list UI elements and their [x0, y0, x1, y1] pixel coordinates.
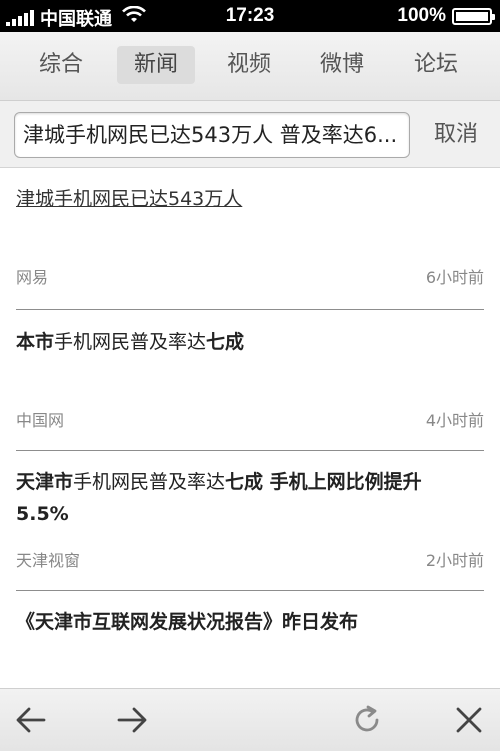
news-title[interactable]: 本市手机网民普及率达七成 — [16, 327, 244, 357]
battery-percent: 100% — [397, 5, 446, 26]
tab-video[interactable]: 视频 — [212, 46, 286, 84]
news-time: 4小时前 — [425, 411, 484, 430]
news-source: 天津视窗 — [16, 551, 81, 570]
news-title-part: 《天津市互联网发展状况报告》昨日发布 — [16, 611, 359, 633]
news-title-part: 手机网民普及率达 — [54, 331, 207, 353]
status-right: 100% — [397, 5, 495, 27]
news-time: 6小时前 — [425, 268, 484, 287]
tab-forum[interactable]: 论坛 — [399, 46, 473, 84]
back-arrow-icon[interactable] — [14, 703, 48, 737]
search-bar: 津城手机网民已达543万人 普及率达6... 取消 — [0, 101, 500, 168]
news-title-part: 本市 — [16, 331, 55, 353]
category-tabs: 综合 新闻 视频 微博 论坛 — [0, 32, 500, 101]
news-title[interactable]: 天津市手机网民普及率达七成 手机上网比例提升 — [16, 467, 422, 497]
news-source: 网易 — [16, 268, 49, 287]
news-title-part: 手机网民普及率达 — [73, 471, 226, 493]
news-title-part: 七成 手机上网比例提升 — [225, 471, 422, 493]
news-title-line2[interactable]: 5.5% — [16, 499, 69, 529]
news-item[interactable]: 津城手机网民已达543万人 网易 6小时前 — [16, 168, 484, 310]
news-title-part: 5.5% — [16, 503, 69, 525]
close-icon[interactable] — [452, 703, 486, 737]
news-item[interactable]: 本市手机网民普及率达七成 中国网 4小时前 — [16, 310, 484, 451]
news-title-part: 天津市 — [16, 471, 74, 493]
cancel-button[interactable]: 取消 — [420, 112, 492, 158]
news-title[interactable]: 津城手机网民已达543万人 — [16, 184, 242, 214]
search-input[interactable]: 津城手机网民已达543万人 普及率达6... — [14, 112, 410, 158]
news-item[interactable]: 天津市手机网民普及率达七成 手机上网比例提升 5.5% 天津视窗 2小时前 — [16, 451, 484, 591]
tab-weibo[interactable]: 微博 — [305, 46, 379, 84]
bottom-toolbar — [0, 688, 500, 751]
forward-arrow-icon[interactable] — [115, 703, 149, 737]
tab-comprehensive[interactable]: 综合 — [24, 46, 98, 84]
news-item[interactable]: 《天津市互联网发展状况报告》昨日发布 — [16, 591, 484, 681]
battery-icon — [452, 7, 495, 25]
news-time: 2小时前 — [425, 551, 484, 570]
news-title[interactable]: 《天津市互联网发展状况报告》昨日发布 — [16, 607, 358, 637]
tab-news[interactable]: 新闻 — [117, 46, 195, 84]
status-bar: 中国联通 17:23 100% — [0, 0, 500, 32]
news-source: 中国网 — [16, 411, 65, 430]
refresh-icon[interactable] — [350, 703, 384, 737]
news-title-part: 七成 — [206, 331, 245, 353]
